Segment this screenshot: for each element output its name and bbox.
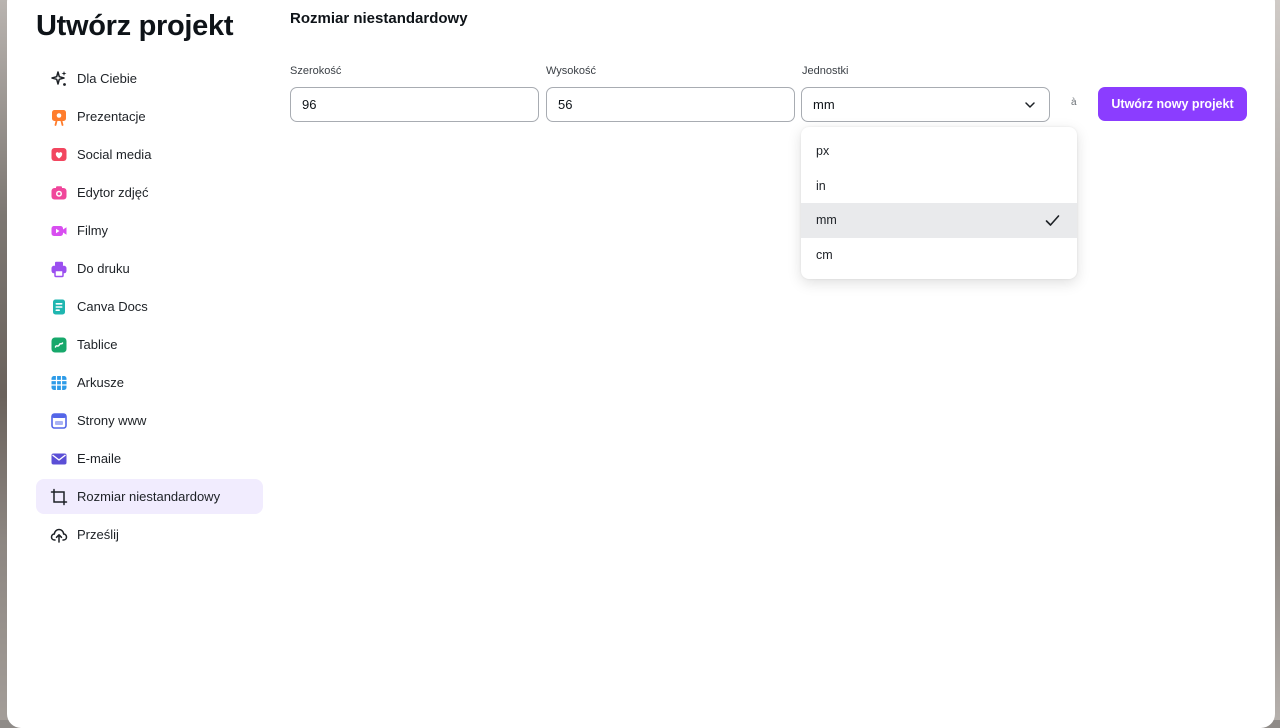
sidebar-item-label: Arkusze (77, 375, 124, 390)
sidebar-item-strony-www[interactable]: Strony www (36, 403, 263, 438)
sidebar-item-label: Tablice (77, 337, 118, 352)
email-icon (51, 453, 67, 464)
units-option-cm[interactable]: cm (801, 238, 1077, 273)
create-project-modal: Utwórz projekt Dla Ciebie Prezentacje So… (7, 0, 1275, 728)
sidebar-item-label: E-maile (77, 451, 122, 466)
sidebar-item-prezentacje[interactable]: Prezentacje (36, 99, 263, 134)
camera-icon (51, 185, 67, 199)
width-field[interactable] (290, 87, 539, 122)
height-field[interactable] (546, 87, 795, 122)
units-label: Jednostki (802, 65, 849, 77)
height-input[interactable] (558, 97, 794, 112)
presentation-icon (52, 109, 66, 126)
option-label: in (816, 178, 826, 193)
sidebar-item-edytor-zdjec[interactable]: Edytor zdjęć (36, 175, 263, 210)
printer-icon (51, 261, 67, 277)
sidebar-item-label: Prześlij (77, 527, 119, 542)
sidebar-item-rozmiar-niestandardowy[interactable]: Rozmiar niestandardowy (36, 479, 263, 514)
sidebar-item-label: Rozmiar niestandardowy (77, 489, 221, 504)
chevron-down-icon (1025, 102, 1035, 108)
sidebar-item-arkusze[interactable]: Arkusze (36, 365, 263, 400)
option-label: px (816, 144, 830, 159)
heart-icon (51, 147, 67, 161)
sidebar: Dla Ciebie Prezentacje Social media Edyt… (36, 61, 263, 555)
whiteboard-icon (51, 337, 67, 352)
sidebar-item-social-media[interactable]: Social media (36, 137, 263, 172)
sidebar-item-filmy[interactable]: Filmy (36, 213, 263, 248)
sidebar-item-label: Social media (77, 147, 152, 162)
modal-title: Utwórz projekt (36, 10, 234, 42)
height-label: Wysokość (546, 65, 597, 77)
units-option-in[interactable]: in (801, 169, 1077, 204)
sidebar-item-dla-ciebie[interactable]: Dla Ciebie (36, 61, 263, 96)
website-icon (51, 412, 67, 429)
sidebar-item-label: Do druku (77, 261, 130, 276)
option-label: mm (816, 213, 837, 228)
sidebar-item-canva-docs[interactable]: Canva Docs (36, 289, 263, 324)
sidebar-item-label: Strony www (77, 413, 147, 428)
sidebar-item-label: Filmy (77, 223, 109, 238)
sidebar-item-przeslij[interactable]: Prześlij (36, 517, 263, 552)
units-option-mm[interactable]: mm (801, 203, 1077, 238)
option-label: cm (816, 247, 833, 262)
units-option-px[interactable]: px (801, 134, 1077, 169)
sidebar-item-do-druku[interactable]: Do druku (36, 251, 263, 286)
checkmark-icon (1045, 215, 1060, 226)
width-input[interactable] (302, 97, 538, 112)
sidebar-item-label: Canva Docs (77, 299, 148, 314)
units-dropdown-menu: px in mm cm (801, 127, 1077, 279)
custom-size-icon (50, 488, 68, 505)
lock-aspect-toggle[interactable]: à (1071, 97, 1077, 108)
units-selected-value: mm (813, 97, 835, 112)
video-icon (51, 225, 67, 236)
create-new-project-button[interactable]: Utwórz nowy projekt (1098, 87, 1247, 121)
sidebar-item-label: Dla Ciebie (77, 71, 137, 86)
sidebar-item-label: Edytor zdjęć (77, 185, 149, 200)
doc-icon (53, 299, 65, 314)
units-select[interactable]: mm (801, 87, 1050, 122)
sidebar-item-label: Prezentacje (77, 109, 146, 124)
width-label: Szerokość (290, 65, 342, 77)
upload-cloud-icon (50, 528, 68, 543)
sidebar-item-tablice[interactable]: Tablice (36, 327, 263, 362)
sidebar-item-e-maile[interactable]: E-maile (36, 441, 263, 476)
sparkle-icon (51, 70, 67, 86)
section-title: Rozmiar niestandardowy (290, 10, 468, 27)
sheet-icon (51, 375, 67, 390)
